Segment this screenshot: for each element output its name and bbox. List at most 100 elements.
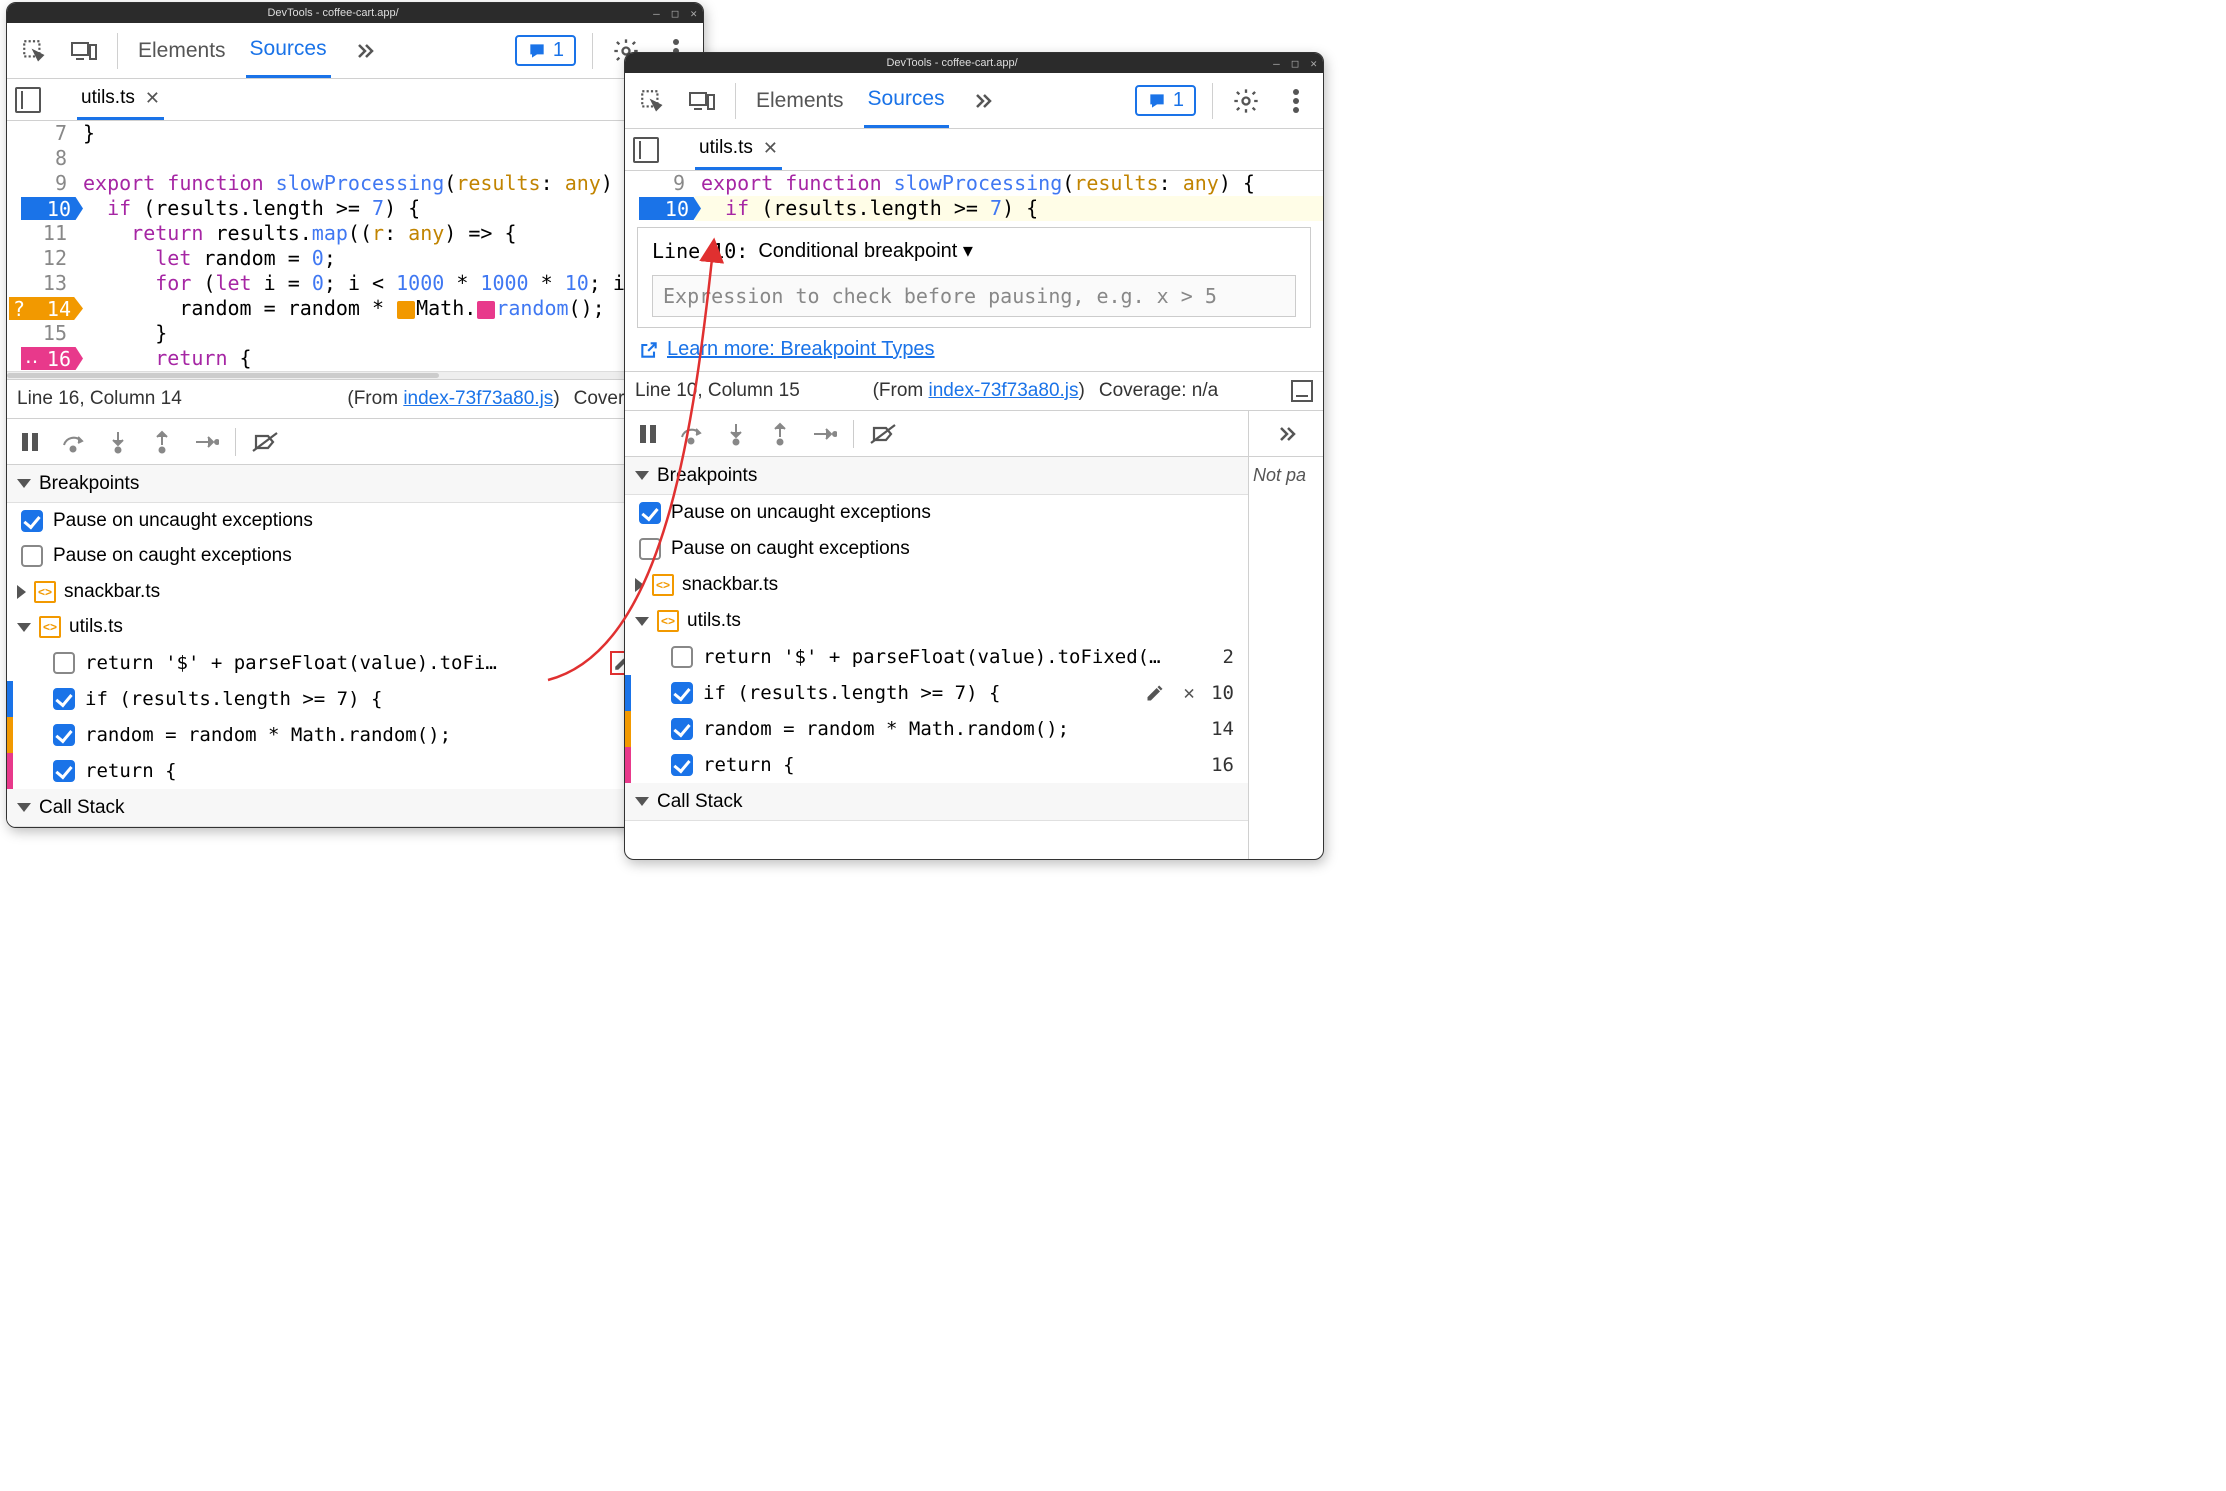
kebab-icon[interactable] xyxy=(1279,84,1313,118)
callstack-header[interactable]: Call Stack xyxy=(7,789,703,827)
code-line[interactable]: return results.map((r: any) => { xyxy=(77,221,703,246)
tab-elements[interactable]: Elements xyxy=(134,25,230,77)
step-button[interactable] xyxy=(809,419,839,449)
breakpoint-item[interactable]: return {16 xyxy=(625,747,1248,783)
breakpoint-item[interactable]: if (results.length >= 7) {✕10 xyxy=(625,675,1248,711)
pause-button[interactable] xyxy=(15,427,45,457)
panel-toggle-icon[interactable] xyxy=(15,87,41,113)
file-tab-utils[interactable]: utils.ts ✕ xyxy=(695,129,782,170)
bp-file-utils[interactable]: <> utils.ts xyxy=(625,603,1248,639)
maximize-button[interactable]: □ xyxy=(1292,57,1299,70)
close-tab-icon[interactable]: ✕ xyxy=(145,88,160,109)
bp-file-snackbar[interactable]: <> snackbar.ts xyxy=(625,567,1248,603)
edit-breakpoint-icon[interactable] xyxy=(1143,681,1167,705)
inspect-icon[interactable] xyxy=(635,84,669,118)
close-tab-icon[interactable]: ✕ xyxy=(763,138,778,159)
checkbox-icon[interactable] xyxy=(53,724,75,746)
bp-file-utils[interactable]: <> utils.ts xyxy=(7,610,703,645)
panel-toggle-icon[interactable] xyxy=(633,137,659,163)
bp-type-dropdown[interactable]: Conditional breakpoint ▾ xyxy=(758,238,973,263)
step-into-button[interactable] xyxy=(721,419,751,449)
gutter-line[interactable]: 10 xyxy=(625,196,695,221)
more-tabs-icon[interactable] xyxy=(965,84,999,118)
step-over-button[interactable] xyxy=(677,419,707,449)
gutter-line[interactable]: 8 xyxy=(7,146,77,171)
gutter-line[interactable]: 16 xyxy=(7,346,77,371)
breakpoint-item[interactable]: if (results.length >= 7) {10 xyxy=(7,681,703,717)
device-icon[interactable] xyxy=(67,34,101,68)
checkbox-icon[interactable] xyxy=(671,718,693,740)
gutter-line[interactable]: 10 xyxy=(7,196,77,221)
inspect-icon[interactable] xyxy=(17,34,51,68)
learn-more-link[interactable]: Learn more: Breakpoint Types xyxy=(639,338,1309,361)
code-line[interactable]: let random = 0; xyxy=(77,246,703,271)
code-line[interactable]: random = random * Math.random(); xyxy=(77,296,703,321)
more-tabs-icon[interactable] xyxy=(347,34,381,68)
code-line[interactable]: if (results.length >= 7) { xyxy=(695,196,1323,221)
code-line[interactable]: for (let i = 0; i < 1000 * 1000 * 10; i… xyxy=(77,271,703,296)
source-map-link[interactable]: index-73f73a80.js xyxy=(403,388,553,409)
breakpoints-header[interactable]: Breakpoints xyxy=(7,465,703,503)
checkbox-icon[interactable] xyxy=(671,682,693,704)
checkbox-icon[interactable] xyxy=(53,760,75,782)
breakpoint-item[interactable]: random = random * Math.random();14 xyxy=(7,717,703,753)
pause-uncaught-row[interactable]: Pause on uncaught exceptions xyxy=(625,495,1248,531)
gear-icon[interactable] xyxy=(1229,84,1263,118)
remove-breakpoint-icon[interactable]: ✕ xyxy=(1177,681,1201,705)
step-button[interactable] xyxy=(191,427,221,457)
checkbox-icon[interactable] xyxy=(21,510,43,532)
checkbox-icon[interactable] xyxy=(671,646,693,668)
checkbox-icon[interactable] xyxy=(639,538,661,560)
maximize-button[interactable]: □ xyxy=(672,7,679,20)
code-editor[interactable]: 78910111213141516}export function slowPr… xyxy=(7,121,703,379)
code-line[interactable]: if (results.length >= 7) { xyxy=(77,196,703,221)
pause-caught-row[interactable]: Pause on caught exceptions xyxy=(7,539,703,574)
breakpoints-header[interactable]: Breakpoints xyxy=(625,457,1248,495)
code-line[interactable]: return { xyxy=(77,346,703,371)
code-line[interactable]: export function slowProcessing(results: … xyxy=(77,171,703,196)
step-into-button[interactable] xyxy=(103,427,133,457)
collapse-icon[interactable] xyxy=(1291,380,1313,402)
gutter-line[interactable]: 9 xyxy=(625,171,695,196)
code-line[interactable]: export function slowProcessing(results: … xyxy=(695,171,1323,196)
close-button[interactable]: ✕ xyxy=(1310,57,1317,70)
more-panes-icon[interactable] xyxy=(1249,411,1323,457)
step-over-button[interactable] xyxy=(59,427,89,457)
checkbox-icon[interactable] xyxy=(53,688,75,710)
h-scrollbar[interactable] xyxy=(7,371,703,379)
source-map-link[interactable]: index-73f73a80.js xyxy=(929,380,1079,401)
gutter-line[interactable]: 15 xyxy=(7,321,77,346)
gutter-line[interactable]: 9 xyxy=(7,171,77,196)
file-tab-utils[interactable]: utils.ts ✕ xyxy=(77,79,164,120)
checkbox-icon[interactable] xyxy=(21,545,43,567)
gutter-line[interactable]: 13 xyxy=(7,271,77,296)
gutter-line[interactable]: 14 xyxy=(7,296,77,321)
pause-caught-row[interactable]: Pause on caught exceptions xyxy=(625,531,1248,567)
checkbox-icon[interactable] xyxy=(639,502,661,524)
device-icon[interactable] xyxy=(685,84,719,118)
bp-file-snackbar[interactable]: <> snackbar.ts xyxy=(7,574,703,609)
pause-uncaught-row[interactable]: Pause on uncaught exceptions xyxy=(7,503,703,538)
bp-condition-input[interactable]: Expression to check before pausing, e.g.… xyxy=(652,275,1296,317)
step-out-button[interactable] xyxy=(765,419,795,449)
gutter-line[interactable]: 12 xyxy=(7,246,77,271)
gutter-line[interactable]: 7 xyxy=(7,121,77,146)
tab-sources[interactable]: Sources xyxy=(864,73,949,128)
breakpoint-item[interactable]: return '$' + parseFloat(value).toFi…✕2 xyxy=(7,645,703,681)
breakpoint-item[interactable]: random = random * Math.random();14 xyxy=(625,711,1248,747)
gutter-line[interactable]: 11 xyxy=(7,221,77,246)
minimize-button[interactable]: — xyxy=(653,7,660,20)
breakpoint-item[interactable]: return '$' + parseFloat(value).toFixed(…… xyxy=(625,639,1248,675)
code-line[interactable]: } xyxy=(77,121,703,146)
minimize-button[interactable]: — xyxy=(1273,57,1280,70)
step-out-button[interactable] xyxy=(147,427,177,457)
code-editor[interactable]: 910export function slowProcessing(result… xyxy=(625,171,1323,221)
breakpoint-item[interactable]: return {16 xyxy=(7,753,703,789)
deactivate-breakpoints-button[interactable] xyxy=(250,427,280,457)
pause-button[interactable] xyxy=(633,419,663,449)
checkbox-icon[interactable] xyxy=(671,754,693,776)
code-line[interactable] xyxy=(77,146,703,171)
close-button[interactable]: ✕ xyxy=(690,7,697,20)
code-line[interactable]: } xyxy=(77,321,703,346)
callstack-header[interactable]: Call Stack xyxy=(625,783,1248,821)
